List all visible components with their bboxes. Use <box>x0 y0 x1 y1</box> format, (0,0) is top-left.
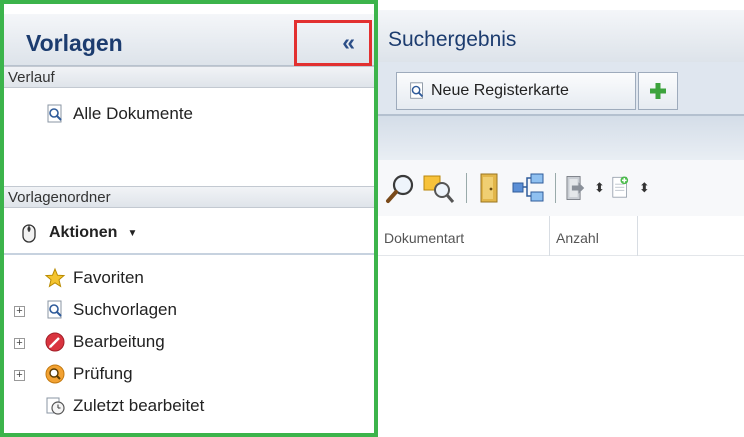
search-results-header: Suchergebnis <box>378 10 744 62</box>
results-grid-header: Dokumentart Anzahl <box>378 216 744 256</box>
actions-menu-button[interactable]: Aktionen ▼ <box>18 221 137 245</box>
tree-item-favorites[interactable]: Favoriten <box>44 266 144 290</box>
find-highlight-icon[interactable] <box>422 171 456 205</box>
star-icon <box>44 267 66 288</box>
chevron-down-icon: ▼ <box>127 227 138 239</box>
export-icon[interactable] <box>562 171 590 205</box>
actions-bar: Aktionen ▼ <box>4 213 374 255</box>
door-icon[interactable] <box>473 171 507 205</box>
recent-doc-icon <box>46 397 65 415</box>
toolbar-separator <box>466 173 467 203</box>
magnifier-badge-icon <box>45 364 65 384</box>
spinner-arrows-icon[interactable]: ⬍ <box>594 180 605 196</box>
tree-item-label: Zuletzt bearbeitet <box>73 396 205 415</box>
tree-item-label: Prüfung <box>73 364 133 383</box>
tab-content-band <box>378 116 744 160</box>
search-doc-icon <box>47 300 62 319</box>
expand-toggle-icon[interactable]: + <box>14 306 25 317</box>
mouse-icon <box>22 224 36 243</box>
new-document-icon[interactable] <box>609 171 635 205</box>
search-icon[interactable] <box>384 171 418 205</box>
templates-panel-header: Vorlagen « <box>4 14 374 66</box>
tree-item-search-templates[interactable]: Suchvorlagen <box>44 298 177 322</box>
tree-item-label: Suchvorlagen <box>73 300 177 319</box>
search-results-title: Suchergebnis <box>388 28 517 51</box>
history-item-all-documents[interactable]: Alle Dokumente <box>44 102 193 126</box>
expand-toggle-icon[interactable]: + <box>14 338 25 349</box>
history-section-header[interactable]: Verlauf <box>4 66 374 88</box>
templates-panel-title: Vorlagen <box>26 30 123 56</box>
tree-item-recently-edited[interactable]: Zuletzt bearbeitet <box>44 394 204 418</box>
tree-item-editing[interactable]: Bearbeitung <box>44 330 165 354</box>
expand-toggle-icon[interactable]: + <box>14 370 25 381</box>
add-tab-button[interactable] <box>638 72 678 110</box>
tree-view-icon[interactable] <box>511 171 545 205</box>
search-doc-icon <box>410 82 424 99</box>
search-results-panel: Suchergebnis Neue Registerkarte ⬍ ⬍ Doku… <box>378 0 744 437</box>
edit-badge-icon <box>45 332 65 352</box>
actions-label: Aktionen <box>49 224 118 241</box>
tree-item-label: Favoriten <box>73 268 144 287</box>
column-document-type[interactable]: Dokumentart <box>378 216 550 256</box>
toolbar-separator <box>555 173 556 203</box>
folders-section-header[interactable]: Vorlagenordner <box>4 186 374 208</box>
collapse-panel-button[interactable]: « <box>294 20 372 66</box>
history-item-label: Alle Dokumente <box>73 104 194 123</box>
tab-new[interactable]: Neue Registerkarte <box>396 72 636 110</box>
search-doc-icon <box>47 104 62 123</box>
tree-item-review[interactable]: Prüfung <box>44 362 133 386</box>
column-count[interactable]: Anzahl <box>550 216 638 256</box>
tab-label: Neue Registerkarte <box>431 82 569 99</box>
spinner-arrows-icon[interactable]: ⬍ <box>639 180 650 196</box>
tree-item-label: Bearbeitung <box>73 332 165 351</box>
plus-icon <box>650 83 666 99</box>
tab-strip: Neue Registerkarte <box>378 62 744 120</box>
templates-panel: Vorlagen « Verlauf Alle Dokumente Vorlag… <box>0 0 378 437</box>
results-toolbar: ⬍ ⬍ <box>378 160 744 216</box>
